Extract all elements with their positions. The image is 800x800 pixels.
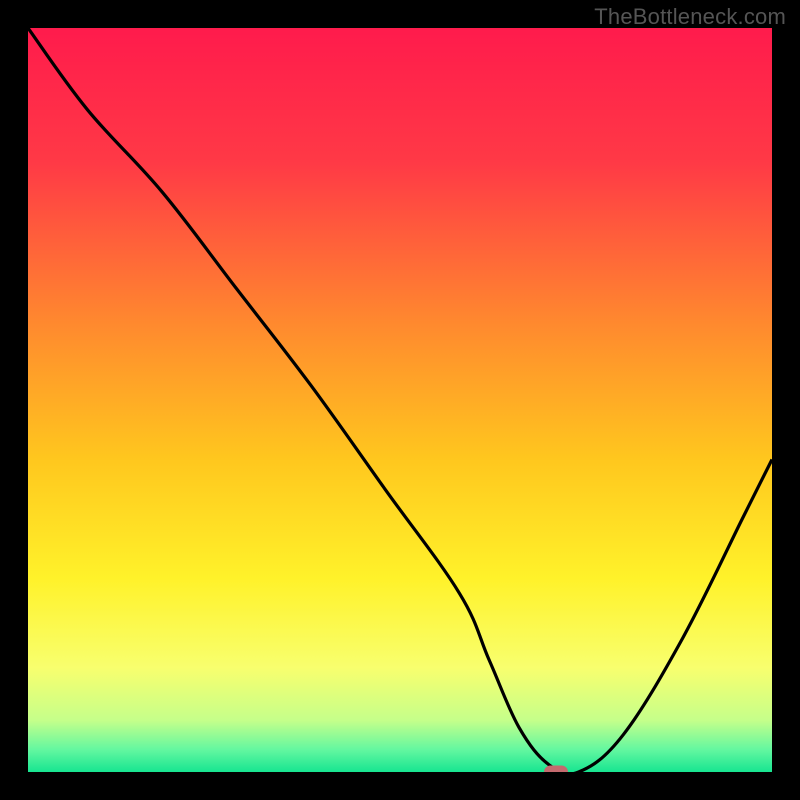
watermark-text: TheBottleneck.com — [594, 4, 786, 30]
optimal-marker — [544, 766, 568, 773]
plot-frame — [28, 28, 772, 772]
curve-path — [28, 28, 772, 772]
chart-container: TheBottleneck.com — [0, 0, 800, 800]
bottleneck-curve — [28, 28, 772, 772]
plot-area — [28, 28, 772, 772]
